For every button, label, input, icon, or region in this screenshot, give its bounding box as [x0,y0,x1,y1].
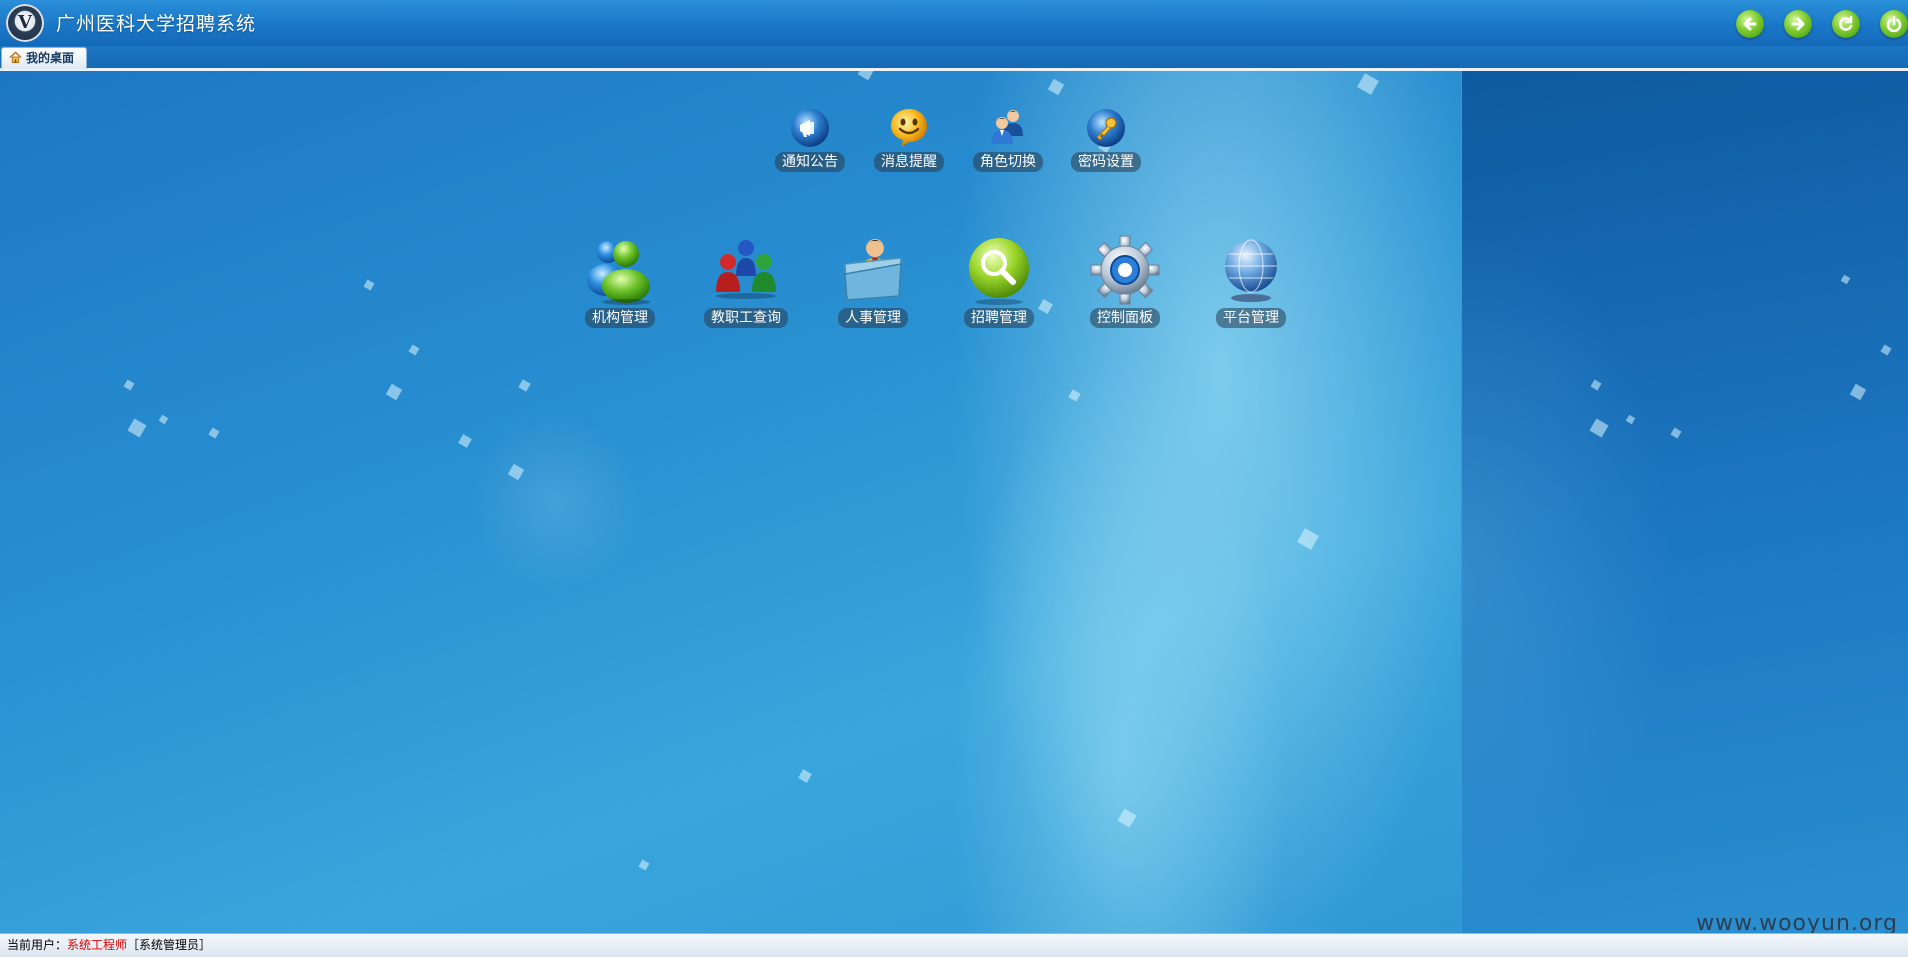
shortcut-label: 控制面板 [1090,308,1160,328]
forward-button[interactable] [1784,10,1812,38]
shortcut-label: 密码设置 [1071,152,1141,172]
shortcut-staff-query[interactable]: 教职工查询 [691,234,801,328]
decor-sparkle [507,463,525,481]
shortcut-label: 平台管理 [1216,308,1286,328]
shortcut-control-panel[interactable]: 控制面板 [1070,234,1180,328]
decor-sparkle [127,418,147,438]
shortcut-notice[interactable]: 通知公告 [755,106,865,172]
decor-sparkle [1357,73,1379,95]
current-user-name: 系统工程师 [67,938,128,952]
decor-sparkle [458,434,472,448]
back-button[interactable] [1736,10,1764,38]
shortcut-label: 机构管理 [585,308,655,328]
decor-sparkle [408,344,420,356]
messenger-people-icon [587,241,650,305]
gear-icon [1090,235,1160,305]
shortcut-label: 消息提醒 [874,152,944,172]
decor-sparkle [1297,528,1319,550]
decor-sparkle [857,71,875,81]
decor-sparkle [518,379,531,392]
current-user-info: 当前用户：系统工程师［系统管理员］ [7,934,211,956]
tab-strip: 我的桌面 [0,46,1908,71]
key-icon [1087,109,1125,147]
decor-sparkle [1590,379,1602,391]
shortcut-role-switch[interactable]: 角色切换 [953,106,1063,172]
decor-sparkle [385,383,403,401]
status-bar: 当前用户：系统工程师［系统管理员］ [0,933,1908,957]
person-folder-icon [844,239,902,301]
globe-icon [1225,239,1277,302]
shortcut-label: 角色切换 [973,152,1043,172]
decor-sparkle [638,859,650,871]
shortcut-label: 通知公告 [775,152,845,172]
power-icon [1886,15,1902,33]
refresh-button[interactable] [1832,10,1860,38]
arrow-left-icon [1743,17,1757,31]
decor-sparkle [158,414,169,425]
decor-sparkle [798,769,812,783]
arrow-right-icon [1791,17,1805,31]
decor-sparkle [1880,344,1892,356]
tab-my-desktop[interactable]: 我的桌面 [1,47,88,69]
decor-sparkle [1625,414,1636,425]
decor-sparkle [1849,383,1867,401]
users-icon [991,110,1023,144]
home-icon [9,51,22,64]
refresh-icon [1839,15,1853,31]
megaphone-icon [791,109,829,147]
shortcut-recruitment[interactable]: 招聘管理 [944,234,1054,328]
shortcut-label: 人事管理 [838,308,908,328]
shortcut-org-management[interactable]: 机构管理 [565,234,675,328]
decor-sparkle [1047,78,1065,96]
decor-sparkle [123,379,135,391]
decor-sparkle [1840,274,1851,285]
right-panel [1461,71,1908,933]
shortcut-label: 教职工查询 [704,308,788,328]
decor-sparkle [1117,808,1137,828]
power-button[interactable] [1880,10,1908,38]
tab-label: 我的桌面 [26,51,75,65]
desktop-area: 通知公告 消息提醒 角色切换 密码设置 机构管理 教职工查询 人事管理 招聘管理… [0,71,1461,933]
top-bar: 广州医科大学招聘系统 [0,0,1908,46]
shortcut-messages[interactable]: 消息提醒 [854,106,964,172]
decor-sparkle [1589,418,1609,438]
decor-sparkle [208,427,220,439]
people-group-icon [716,240,776,299]
app-title: 广州医科大学招聘系统 [56,13,257,35]
magnifier-icon [969,238,1029,305]
shortcut-password[interactable]: 密码设置 [1051,106,1161,172]
shortcut-personnel[interactable]: 人事管理 [818,234,928,328]
shortcut-platform[interactable]: 平台管理 [1196,234,1306,328]
decor-sparkle [363,279,375,291]
decor-sparkle [1068,389,1081,402]
smiley-icon [891,109,927,147]
shortcut-label: 招聘管理 [964,308,1034,328]
decor-sparkle [1670,427,1682,439]
current-user-role: ［系统管理员］ [127,938,212,952]
current-user-label: 当前用户： [7,938,68,952]
university-logo [6,4,44,42]
